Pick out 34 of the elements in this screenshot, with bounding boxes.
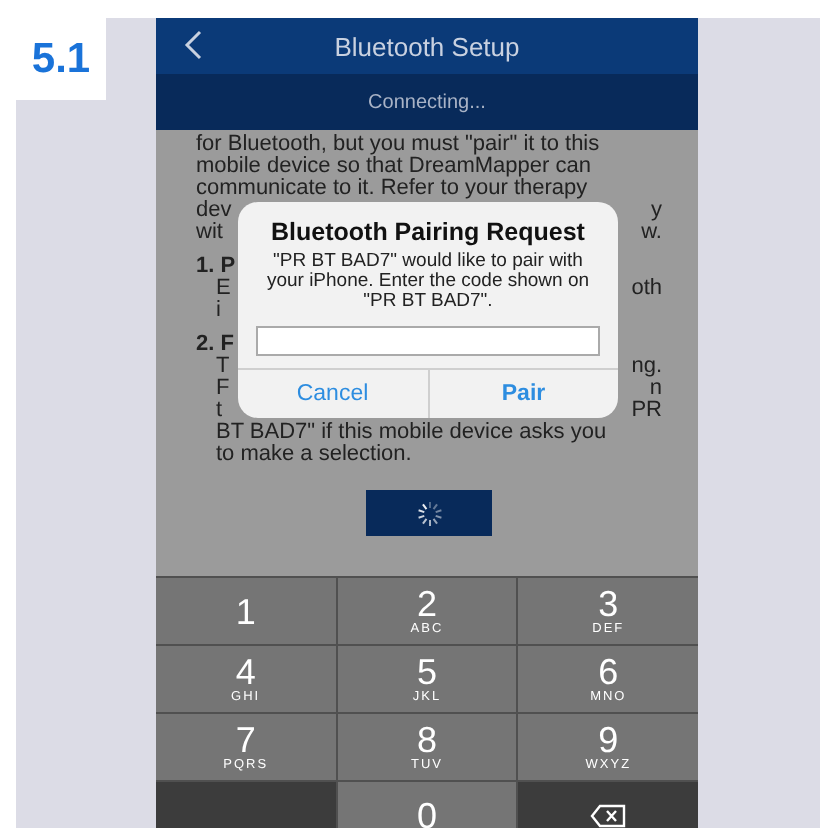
instruction-text: i [216,300,221,322]
back-icon[interactable] [184,30,202,60]
instruction-text: ng. [631,356,662,378]
instruction-text: wit [196,222,223,244]
dialog-message: "PR BT BAD7" would like to pair with your iPhone. Enter the code shown on "PR BT BAD7". [264,252,592,312]
screen-title: Bluetooth Setup [334,31,520,61]
instruction-text: for Bluetooth, but you must "pair" it to this [196,134,600,156]
status-text: Connecting... [368,91,486,113]
delete-icon [590,803,627,827]
instruction-text: T [216,356,230,378]
instruction-text: t [216,400,223,422]
instruction-text: F [216,378,230,400]
dialog-title: Bluetooth Pairing Request [269,218,587,248]
instruction-text: oth [631,278,662,300]
instruction-text: n [649,378,662,400]
instruction-text: dev [196,200,232,222]
instruction-text: E [216,278,231,300]
keypad-key[interactable]: 0 [337,782,517,828]
instruction-text: to make a selection. [216,444,412,466]
instruction-text: BT BAD7" if this mobile device asks you [216,422,607,444]
code-input-field[interactable] [256,326,600,356]
instruction-text: w. [641,222,662,244]
instruction-text: y [651,200,662,222]
instruction-text: mobile device so that DreamMapper can [196,156,591,178]
instruction-text: communicate to it. Refer to your therapy [196,178,588,200]
cancel-button[interactable]: Cancel [238,370,427,418]
keypad-key[interactable]: 1 [156,578,336,644]
loading-button[interactable] [366,490,492,536]
figure-label: 5.1 [16,18,106,100]
spinner-icon [415,499,443,527]
instruction-text: 2. F [196,334,234,356]
instruction-text: 1. P [196,256,236,278]
pair-button[interactable]: Pair [427,370,618,418]
instruction-text: PR [631,400,662,422]
